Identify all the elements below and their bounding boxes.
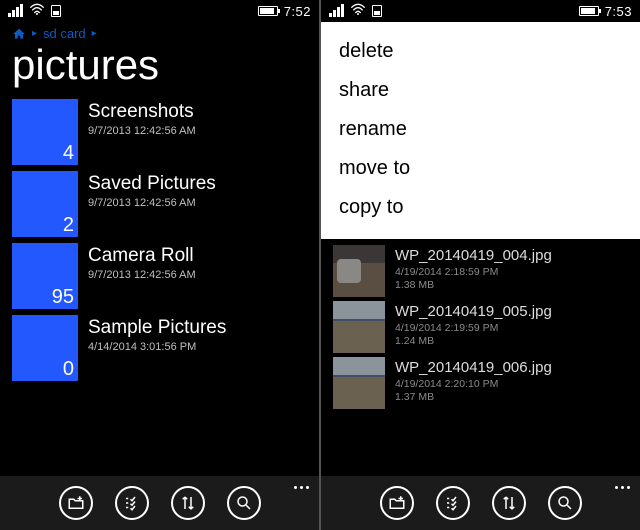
breadcrumb-item-sdcard[interactable]: sd card <box>43 26 86 41</box>
folder-name: Sample Pictures <box>88 317 226 339</box>
new-folder-button[interactable] <box>380 486 414 520</box>
folder-count: 0 <box>63 358 74 381</box>
file-date: 4/19/2014 2:18:59 PM <box>395 266 552 278</box>
folder-tile: 4 <box>12 99 78 165</box>
clock: 7:52 <box>284 4 311 19</box>
menu-copy-to[interactable]: copy to <box>321 188 640 227</box>
file-date: 4/19/2014 2:20:10 PM <box>395 378 552 390</box>
folder-count: 95 <box>52 286 74 309</box>
file-thumbnail <box>333 245 385 297</box>
folder-date: 4/14/2014 3:01:56 PM <box>88 341 226 353</box>
file-list: WP_20140419_004.jpg 4/19/2014 2:18:59 PM… <box>321 239 640 409</box>
chevron-right-icon: ▸ <box>92 28 97 39</box>
file-size: 1.37 MB <box>395 391 552 403</box>
menu-rename[interactable]: rename <box>321 110 640 149</box>
folder-tile: 2 <box>12 171 78 237</box>
folder-name: Screenshots <box>88 101 196 123</box>
status-bar: 7:53 <box>321 0 640 22</box>
page-title: pictures <box>0 41 319 99</box>
more-button[interactable] <box>294 486 309 489</box>
select-button[interactable] <box>115 486 149 520</box>
battery-icon <box>258 6 278 16</box>
more-button[interactable] <box>615 486 630 489</box>
file-size: 1.38 MB <box>395 279 552 291</box>
folder-list: 4 Screenshots 9/7/2013 12:42:56 AM 2 Sav… <box>0 99 319 381</box>
file-size: 1.24 MB <box>395 335 552 347</box>
file-thumbnail <box>333 357 385 409</box>
pane-files: 7:53 delete share rename move to copy to… <box>321 0 640 530</box>
file-date: 4/19/2014 2:19:59 PM <box>395 322 552 334</box>
sim-icon <box>372 5 382 17</box>
file-name: WP_20140419_006.jpg <box>395 359 552 376</box>
wifi-icon <box>350 3 366 18</box>
menu-share[interactable]: share <box>321 71 640 110</box>
folder-date: 9/7/2013 12:42:56 AM <box>88 269 196 281</box>
folder-count: 4 <box>63 142 74 165</box>
app-bar <box>0 476 319 530</box>
folder-item[interactable]: 4 Screenshots 9/7/2013 12:42:56 AM <box>12 99 307 165</box>
file-name: WP_20140419_005.jpg <box>395 303 552 320</box>
select-button[interactable] <box>436 486 470 520</box>
folder-tile: 0 <box>12 315 78 381</box>
context-menu: delete share rename move to copy to <box>321 22 640 239</box>
new-folder-button[interactable] <box>59 486 93 520</box>
folder-name: Camera Roll <box>88 245 196 267</box>
battery-icon <box>579 6 599 16</box>
folder-date: 9/7/2013 12:42:56 AM <box>88 197 216 209</box>
status-bar: 7:52 <box>0 0 319 22</box>
folder-item[interactable]: 95 Camera Roll 9/7/2013 12:42:56 AM <box>12 243 307 309</box>
folder-item[interactable]: 0 Sample Pictures 4/14/2014 3:01:56 PM <box>12 315 307 381</box>
menu-move-to[interactable]: move to <box>321 149 640 188</box>
home-icon[interactable] <box>12 27 26 41</box>
app-bar <box>321 476 640 530</box>
search-button[interactable] <box>227 486 261 520</box>
file-item[interactable]: WP_20140419_005.jpg 4/19/2014 2:19:59 PM… <box>333 301 628 353</box>
folder-name: Saved Pictures <box>88 173 216 195</box>
folder-tile: 95 <box>12 243 78 309</box>
folder-count: 2 <box>63 214 74 237</box>
search-button[interactable] <box>548 486 582 520</box>
sort-button[interactable] <box>171 486 205 520</box>
file-name: WP_20140419_004.jpg <box>395 247 552 264</box>
clock: 7:53 <box>605 4 632 19</box>
breadcrumb: ▸ sd card ▸ <box>0 22 319 41</box>
menu-delete[interactable]: delete <box>321 32 640 71</box>
folder-item[interactable]: 2 Saved Pictures 9/7/2013 12:42:56 AM <box>12 171 307 237</box>
file-thumbnail <box>333 301 385 353</box>
wifi-icon <box>29 3 45 18</box>
chevron-right-icon: ▸ <box>32 28 37 39</box>
sim-icon <box>51 5 61 17</box>
cell-signal-icon <box>329 4 344 17</box>
file-item[interactable]: WP_20140419_004.jpg 4/19/2014 2:18:59 PM… <box>333 245 628 297</box>
sort-button[interactable] <box>492 486 526 520</box>
pane-folders: 7:52 ▸ sd card ▸ pictures 4 Screenshots … <box>0 0 319 530</box>
cell-signal-icon <box>8 4 23 17</box>
file-item[interactable]: WP_20140419_006.jpg 4/19/2014 2:20:10 PM… <box>333 357 628 409</box>
folder-date: 9/7/2013 12:42:56 AM <box>88 125 196 137</box>
